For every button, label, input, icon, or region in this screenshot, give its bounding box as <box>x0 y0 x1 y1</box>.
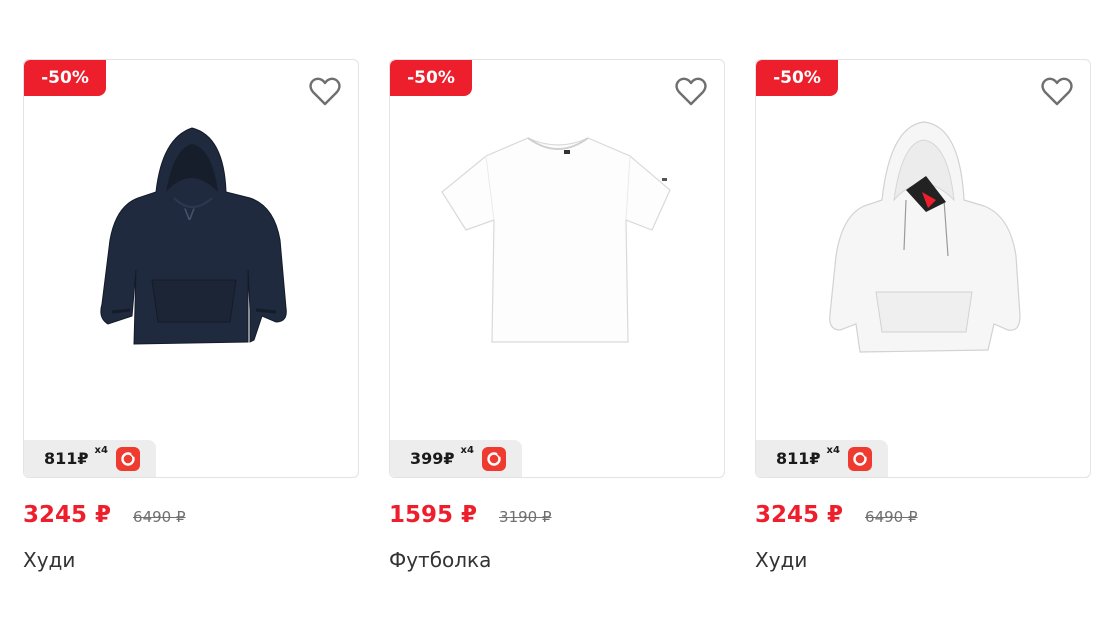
current-price: 3245 ₽ <box>755 502 844 528</box>
product-name[interactable]: Худи <box>755 548 1091 572</box>
old-price: 6490 ₽ <box>133 508 186 526</box>
price-row: 3245 ₽ 6490 ₽ <box>755 502 1091 528</box>
product-card[interactable]: -50% 399₽ x4 1595 ₽ 3190 ₽ Футболка <box>389 59 725 572</box>
installment-price: 811₽ <box>44 449 89 468</box>
product-image-box[interactable]: V -50% 811₽ x4 <box>23 59 359 478</box>
price-row: 3245 ₽ 6490 ₽ <box>23 502 359 528</box>
heart-outline-icon <box>1041 77 1073 106</box>
installment-price: 811₽ <box>776 449 821 468</box>
favorite-button[interactable] <box>308 76 342 108</box>
product-image-navy-hoodie[interactable]: V <box>24 60 359 478</box>
product-image-white-tshirt[interactable] <box>390 60 725 478</box>
installment-badge[interactable]: 811₽ x4 <box>756 440 888 477</box>
product-grid: V -50% 811₽ x4 3245 ₽ 6490 ₽ Худи -50% 3… <box>0 0 1113 642</box>
installment-service-logo <box>481 446 506 471</box>
product-image-white-hoodie[interactable] <box>756 60 1091 478</box>
product-card[interactable]: V -50% 811₽ x4 3245 ₽ 6490 ₽ Худи <box>23 59 359 572</box>
product-image-box[interactable]: -50% 811₽ x4 <box>755 59 1091 478</box>
favorite-button[interactable] <box>1040 76 1074 108</box>
discount-badge: -50% <box>390 60 472 96</box>
installment-multiplier: x4 <box>826 445 840 456</box>
installment-multiplier: x4 <box>94 445 108 456</box>
heart-outline-icon <box>309 77 341 106</box>
product-name[interactable]: Футболка <box>389 548 725 572</box>
heart-outline-icon <box>675 77 707 106</box>
discount-badge: -50% <box>756 60 838 96</box>
installment-service-logo <box>115 446 140 471</box>
installment-service-logo <box>847 446 872 471</box>
favorite-button[interactable] <box>674 76 708 108</box>
price-row: 1595 ₽ 3190 ₽ <box>389 502 725 528</box>
product-image-box[interactable]: -50% 399₽ x4 <box>389 59 725 478</box>
product-card[interactable]: -50% 811₽ x4 3245 ₽ 6490 ₽ Худи <box>755 59 1091 572</box>
current-price: 1595 ₽ <box>389 502 478 528</box>
old-price: 6490 ₽ <box>865 508 918 526</box>
installment-multiplier: x4 <box>460 445 474 456</box>
installment-price: 399₽ <box>410 449 455 468</box>
product-name[interactable]: Худи <box>23 548 359 572</box>
installment-badge[interactable]: 811₽ x4 <box>24 440 156 477</box>
installment-badge[interactable]: 399₽ x4 <box>390 440 522 477</box>
discount-badge: -50% <box>24 60 106 96</box>
svg-text:V: V <box>184 205 195 224</box>
old-price: 3190 ₽ <box>499 508 552 526</box>
current-price: 3245 ₽ <box>23 502 112 528</box>
